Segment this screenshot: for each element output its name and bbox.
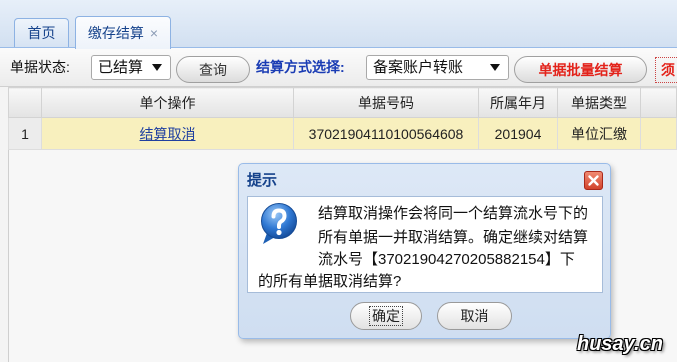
ok-button[interactable]: 确定 <box>350 302 422 330</box>
column-header-bill-type[interactable]: 单据类型 <box>557 87 641 118</box>
bill-number-cell: 37021904110100564608 <box>293 117 479 150</box>
grid-header-row: 单个操作 单据号码 所属年月 单据类型 <box>8 87 677 118</box>
tab-bar: 首页 缴存结算 × <box>0 0 677 49</box>
chevron-down-icon <box>152 64 162 71</box>
chevron-down-icon <box>490 64 500 71</box>
batch-settle-button[interactable]: 单据批量结算 <box>514 56 647 83</box>
cancel-settlement-link[interactable]: 结算取消 <box>140 126 196 142</box>
tab-settlement[interactable]: 缴存结算 × <box>75 16 171 49</box>
table-row[interactable]: 1 结算取消 37021904110100564608 201904 单位汇缴 <box>8 117 677 150</box>
status-select[interactable]: 已结算 <box>91 55 171 80</box>
tab-close-icon[interactable]: × <box>150 25 158 41</box>
app-window: 首页 缴存结算 × 单据状态: 已结算 查询 结算方式选择: 备案账户转账 单据… <box>0 0 677 362</box>
dialog-message-line: 流水号【37021904270205882154】下 <box>318 251 575 268</box>
dialog-message-line: 结算取消操作会将同一个结算流水号下的 <box>318 205 589 222</box>
period-cell: 201904 <box>478 117 558 150</box>
tab-home[interactable]: 首页 <box>14 18 69 47</box>
cancel-button-label: 取消 <box>460 308 489 324</box>
dialog-body: 结算取消操作会将同一个结算流水号下的 所有单据一并取消结算。确定继续对结算 流水… <box>247 196 603 293</box>
bill-grid: 单个操作 单据号码 所属年月 单据类型 1 结算取消 3702190411010… <box>8 87 677 150</box>
action-cell: 结算取消 <box>41 117 294 150</box>
dialog-title-bar[interactable]: 提示 <box>239 164 610 196</box>
batch-settle-button-label: 单据批量结算 <box>538 61 623 78</box>
column-header-rownum <box>8 87 42 118</box>
overflow-button[interactable]: 须 <box>655 57 677 83</box>
row-number: 1 <box>8 117 42 150</box>
cancel-button[interactable]: 取消 <box>437 302 512 330</box>
settlement-method-select[interactable]: 备案账户转账 <box>366 55 509 80</box>
column-header-bill-number[interactable]: 单据号码 <box>293 87 479 118</box>
toolbar: 单据状态: 已结算 查询 结算方式选择: 备案账户转账 单据批量结算 须 <box>0 48 677 87</box>
query-button[interactable]: 查询 <box>176 56 250 83</box>
dialog-message-line: 的所有单据取消结算? <box>258 273 402 290</box>
bill-type-cell: 单位汇缴 <box>557 117 641 150</box>
watermark: husay.cn <box>577 333 663 355</box>
tab-settlement-label: 缴存结算 <box>87 25 144 41</box>
query-button-label: 查询 <box>199 61 227 78</box>
question-icon <box>258 202 300 246</box>
column-header-period[interactable]: 所属年月 <box>478 87 558 118</box>
dialog-title: 提示 <box>247 172 278 189</box>
overflow-button-label: 须 <box>661 62 675 78</box>
ok-button-label: 确定 <box>369 306 403 326</box>
column-header-action[interactable]: 单个操作 <box>41 87 294 118</box>
dialog-message-line: 所有单据一并取消结算。确定继续对结算 <box>318 229 589 246</box>
column-header-extra[interactable] <box>640 87 677 118</box>
status-label: 单据状态: <box>10 59 70 75</box>
extra-cell <box>640 117 677 150</box>
status-select-value: 已结算 <box>98 59 144 76</box>
confirm-dialog: 提示 结算取消操作会将同一个结算流水号下的 所有单据一并取消结算。确定继续对结算… <box>238 163 611 339</box>
close-icon[interactable] <box>584 171 603 190</box>
settlement-method-label: 结算方式选择: <box>256 59 345 75</box>
tab-home-label: 首页 <box>27 25 56 41</box>
settlement-method-value: 备案账户转账 <box>373 59 464 76</box>
